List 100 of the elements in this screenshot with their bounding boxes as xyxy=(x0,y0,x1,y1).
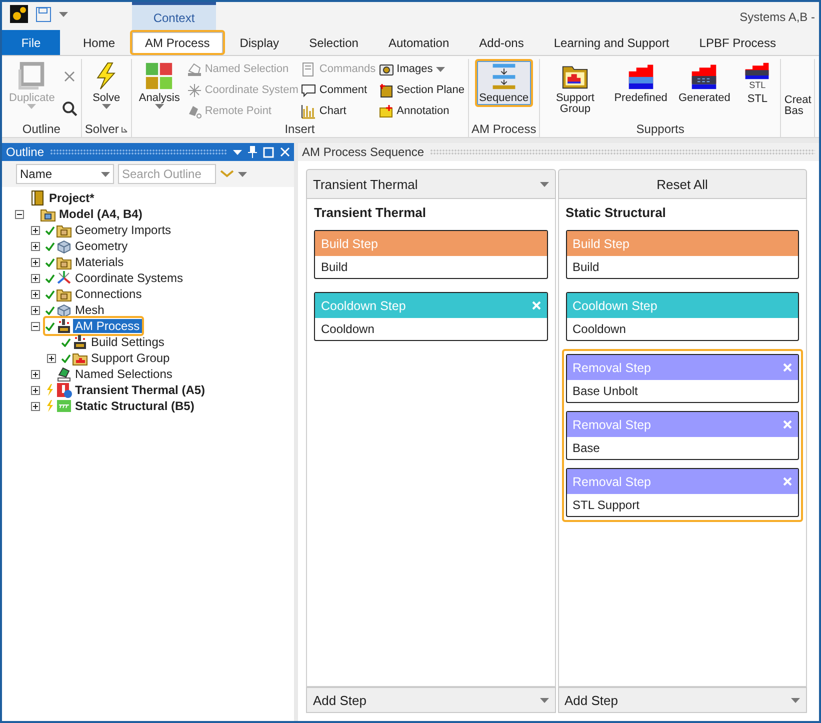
filter-dropdown[interactable]: Name xyxy=(16,164,114,184)
ribbon-button[interactable]: Solve xyxy=(86,59,126,112)
step-name: Build xyxy=(572,259,600,276)
tree-item[interactable]: Geometry xyxy=(73,239,130,253)
step-title: Removal Step xyxy=(572,474,652,488)
axes-icon xyxy=(186,82,202,98)
ribbon-button[interactable]: Annotation xyxy=(378,101,465,121)
ribbon-tab[interactable]: AM Process xyxy=(130,30,225,55)
search-icon xyxy=(62,101,78,117)
reset-button[interactable]: Reset All xyxy=(558,169,807,199)
dropdown-caret-icon xyxy=(436,66,445,72)
step-card[interactable]: Build Step Build xyxy=(566,230,799,279)
ribbon-tab[interactable]: Display xyxy=(224,30,294,55)
tree-item[interactable]: Mesh xyxy=(73,303,106,317)
ribbon-tab[interactable]: Automation xyxy=(373,30,464,55)
ribbon-button[interactable]: Support Group xyxy=(543,59,608,118)
analysis-tiles-icon xyxy=(145,62,174,90)
tree-item[interactable]: Model (A4, B4) xyxy=(57,207,144,221)
expand-icon[interactable] xyxy=(31,402,40,410)
tree-item[interactable]: Coordinate Systems xyxy=(73,271,186,285)
step-card[interactable]: Build Step Build xyxy=(314,230,548,279)
expand-icon[interactable] xyxy=(31,226,40,234)
maximize-icon[interactable] xyxy=(263,146,274,158)
caret-icon xyxy=(540,182,548,186)
step-card[interactable]: Removal Step STL Support xyxy=(566,468,799,517)
close-icon[interactable] xyxy=(280,147,290,157)
step-title: Cooldown Step xyxy=(321,298,406,312)
tree-item[interactable]: Named Selections xyxy=(73,367,174,381)
save-icon[interactable] xyxy=(36,6,51,22)
expand-icon[interactable] xyxy=(47,354,56,362)
step-name: STL Support xyxy=(572,497,640,514)
tree-item[interactable]: Transient Thermal (A5) xyxy=(73,383,208,397)
pin-icon[interactable] xyxy=(248,146,257,158)
column-title: Static Structural xyxy=(564,204,667,222)
step-card[interactable]: Cooldown Step Cooldown xyxy=(566,292,799,341)
named-selection-icon xyxy=(186,62,202,76)
step-card[interactable]: Cooldown Step Cooldown xyxy=(314,292,548,341)
dropdown-caret-icon xyxy=(102,104,111,109)
menu-icon[interactable] xyxy=(233,150,242,154)
step-name: Base Unbolt xyxy=(572,383,639,400)
document-icon xyxy=(301,62,316,76)
step-title: Removal Step xyxy=(572,360,652,374)
ribbon-button[interactable]: Comment xyxy=(301,80,376,100)
file-tab[interactable]: File xyxy=(2,30,60,55)
ribbon-button[interactable]: Chart xyxy=(301,101,376,121)
axes-icon xyxy=(56,270,72,286)
dialog-launcher-icon[interactable] xyxy=(120,126,128,132)
step-name: Build xyxy=(320,259,349,276)
tree-item[interactable]: Support Group xyxy=(89,351,172,365)
cube-icon xyxy=(56,238,72,254)
caret-icon xyxy=(101,172,110,176)
app-logo-icon xyxy=(10,5,28,23)
step-name: Cooldown xyxy=(320,321,376,338)
ribbon-button[interactable]: Images xyxy=(378,59,465,79)
tree-item[interactable]: Materials xyxy=(73,255,126,269)
collapse-icon[interactable] xyxy=(15,210,24,218)
tree-item[interactable]: AM Process xyxy=(73,319,142,333)
ribbon-button[interactable]: Sequence xyxy=(475,59,533,107)
tree-item[interactable]: Connections xyxy=(73,287,144,301)
build-machine-icon xyxy=(72,334,88,350)
collapse-icon[interactable] xyxy=(31,322,40,330)
step-card[interactable]: Removal Step Base xyxy=(566,411,799,460)
analysis-dropdown[interactable]: Transient Thermal xyxy=(306,169,556,199)
tree-item[interactable]: Project* xyxy=(47,191,96,205)
expand-icon[interactable] xyxy=(31,306,40,314)
ribbon-tab[interactable]: LPBF Process xyxy=(684,30,791,55)
ribbon-tab[interactable]: Add-ons xyxy=(464,30,539,55)
group-label: Supports xyxy=(636,122,684,136)
ribbon-button[interactable]: STL STL xyxy=(737,59,778,108)
dropdown-caret-icon xyxy=(27,104,36,109)
tree-item[interactable]: Geometry Imports xyxy=(73,223,174,237)
ribbon-tab[interactable]: Learning and Support xyxy=(538,30,684,55)
ribbon-tab[interactable]: Home xyxy=(68,30,130,55)
expand-icon[interactable] xyxy=(31,370,40,378)
step-title: Build Step xyxy=(572,236,630,250)
group-label: Solver xyxy=(84,122,119,136)
ribbon-button[interactable]: Analysis xyxy=(134,59,184,112)
search-field[interactable]: Search Outline xyxy=(118,164,216,184)
ribbon-button[interactable]: Generated xyxy=(674,59,734,107)
ribbon-tab[interactable]: Selection xyxy=(294,30,374,55)
add-step-dropdown[interactable]: Add Step xyxy=(558,687,807,713)
ribbon-button[interactable]: Predefined xyxy=(610,59,672,107)
tree-item[interactable]: Build Settings xyxy=(89,335,166,349)
support-block-icon xyxy=(626,62,655,90)
pane-title: AM Process Sequence xyxy=(302,145,424,159)
expand-icon[interactable] xyxy=(31,242,40,250)
thermometer-icon xyxy=(56,382,72,398)
window-title: Systems A,B - xyxy=(740,9,816,24)
expand-icon[interactable] xyxy=(31,274,40,282)
remote-point-icon xyxy=(186,104,202,118)
support-block-icon xyxy=(690,62,718,90)
group-label: AM Process xyxy=(472,122,536,136)
ribbon-button[interactable]: Creat Bas xyxy=(784,59,812,117)
ribbon-button[interactable]: Section Plane xyxy=(378,80,465,100)
step-card[interactable]: Removal Step Base Unbolt xyxy=(566,354,799,403)
expand-icon[interactable] xyxy=(31,290,40,298)
tree-item[interactable]: Static Structural (B5) xyxy=(73,399,196,413)
expand-icon[interactable] xyxy=(31,386,40,394)
expand-icon[interactable] xyxy=(31,258,40,266)
add-step-dropdown[interactable]: Add Step xyxy=(306,687,556,713)
